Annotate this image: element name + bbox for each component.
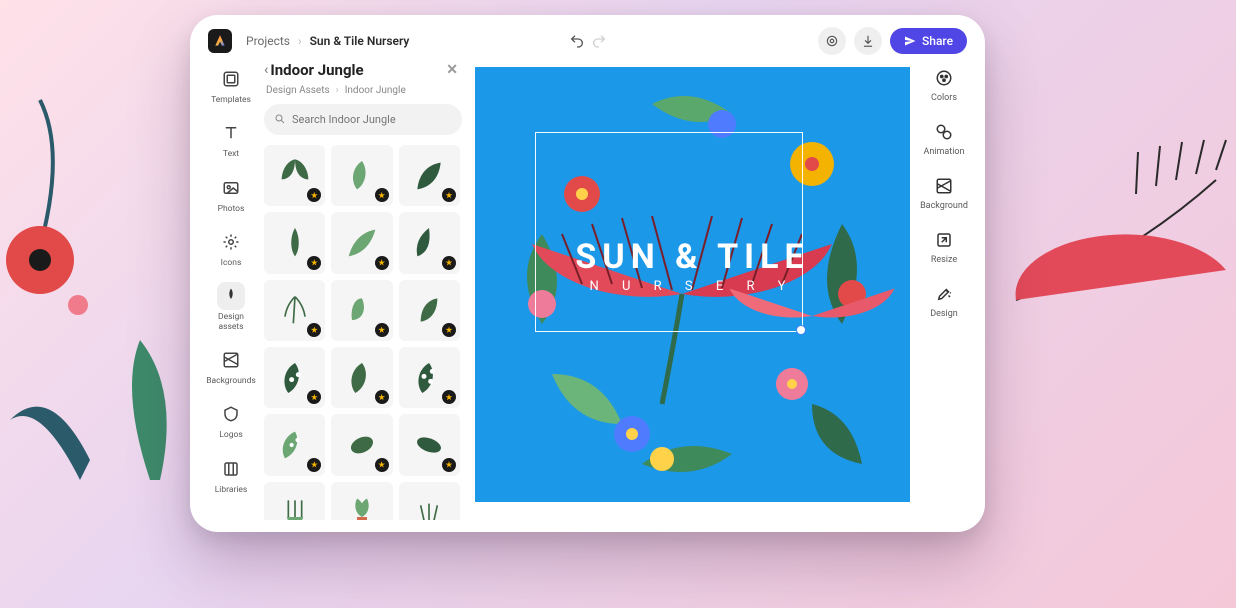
prop-animation[interactable]: Animation [923,121,964,157]
panel-back-button[interactable]: ‹ [264,62,268,78]
premium-badge-icon [307,390,321,404]
prop-resize[interactable]: Resize [931,229,957,265]
logos-icon [217,400,245,428]
asset-tile[interactable] [331,280,392,341]
breadcrumb-current[interactable]: Sun & Tile Nursery [310,34,410,48]
premium-badge-icon [375,188,389,202]
premium-badge-icon [307,323,321,337]
premium-badge-icon [442,323,456,337]
background-art-right [976,60,1236,460]
asset-tile[interactable] [399,482,460,520]
rail-icons[interactable]: Icons [206,228,256,268]
background-art-left [0,80,200,480]
premium-badge-icon [375,323,389,337]
share-button[interactable]: Share [890,28,967,54]
rail-logos[interactable]: Logos [206,400,256,440]
premium-badge-icon [442,458,456,472]
asset-tile[interactable] [331,347,392,408]
asset-tile[interactable] [399,347,460,408]
rail-libraries[interactable]: Libraries [206,455,256,495]
chevron-right-icon: › [298,34,302,48]
rail-backgrounds[interactable]: Backgrounds [206,346,256,386]
top-bar: Projects › Sun & Tile Nursery Share [202,27,973,59]
app-window: Projects › Sun & Tile Nursery Share [190,15,985,532]
canvas-title-text[interactable]: SUN & TILE [475,237,910,277]
resize-icon [933,229,955,251]
background-icon [933,175,955,197]
premium-badge-icon [307,256,321,270]
asset-tile[interactable] [264,347,325,408]
prop-design[interactable]: Design [930,283,958,319]
premium-badge-icon [442,256,456,270]
app-logo[interactable] [208,29,232,53]
text-icon [217,119,245,147]
settings-button[interactable] [818,27,846,55]
asset-tile[interactable] [331,212,392,273]
premium-badge-icon [307,188,321,202]
redo-button[interactable] [591,33,607,53]
templates-icon [217,65,245,93]
asset-panel: ‹ Indoor Jungle ✕ Design Assets › Indoor… [260,59,466,520]
colors-icon [933,67,955,89]
breadcrumb: Projects › Sun & Tile Nursery [246,34,409,48]
right-property-rail: Colors Animation Background Resize Desig… [915,59,973,520]
search-icon [274,110,286,129]
backgrounds-icon [217,346,245,374]
asset-tile[interactable] [331,482,392,520]
panel-crumb-leaf: Indoor Jungle [345,85,406,96]
asset-tile[interactable] [331,145,392,206]
history-controls [569,33,607,53]
panel-title: Indoor Jungle [270,61,363,79]
canvas-area: SUN & TILE N U R S E R Y [466,59,915,520]
design-canvas[interactable]: SUN & TILE N U R S E R Y [475,67,910,502]
panel-crumb-root[interactable]: Design Assets [266,85,330,96]
rail-templates[interactable]: Templates [206,65,256,105]
premium-badge-icon [442,188,456,202]
animation-icon [933,121,955,143]
asset-tile[interactable] [264,280,325,341]
photos-icon [217,174,245,202]
download-button[interactable] [854,27,882,55]
premium-badge-icon [375,256,389,270]
icons-icon [217,228,245,256]
asset-tile[interactable] [399,145,460,206]
premium-badge-icon [375,458,389,472]
rail-text[interactable]: Text [206,119,256,159]
asset-tile[interactable] [399,212,460,273]
asset-tile[interactable] [264,482,325,520]
libraries-icon [217,455,245,483]
panel-breadcrumb: Design Assets › Indoor Jungle [264,85,462,104]
asset-search[interactable] [264,104,462,135]
rail-photos[interactable]: Photos [206,174,256,214]
canvas-subtitle-text[interactable]: N U R S E R Y [475,279,910,294]
prop-background[interactable]: Background [920,175,968,211]
premium-badge-icon [307,458,321,472]
share-button-label: Share [922,34,953,48]
chevron-right-icon: › [336,85,339,96]
premium-badge-icon [375,390,389,404]
prop-colors[interactable]: Colors [931,67,957,103]
asset-tile[interactable] [264,212,325,273]
panel-close-button[interactable]: ✕ [446,62,458,78]
design-assets-icon [217,282,245,310]
asset-grid [264,145,462,520]
asset-tile[interactable] [399,414,460,475]
breadcrumb-root[interactable]: Projects [246,34,290,48]
asset-tile[interactable] [264,145,325,206]
search-input[interactable] [292,113,452,126]
asset-tile[interactable] [264,414,325,475]
premium-badge-icon [442,390,456,404]
left-tool-rail: Templates Text Photos Icons Design asset… [202,59,260,520]
undo-button[interactable] [569,33,585,53]
rail-design-assets[interactable]: Design assets [206,282,256,332]
asset-tile[interactable] [331,414,392,475]
design-icon [933,283,955,305]
asset-tile[interactable] [399,280,460,341]
